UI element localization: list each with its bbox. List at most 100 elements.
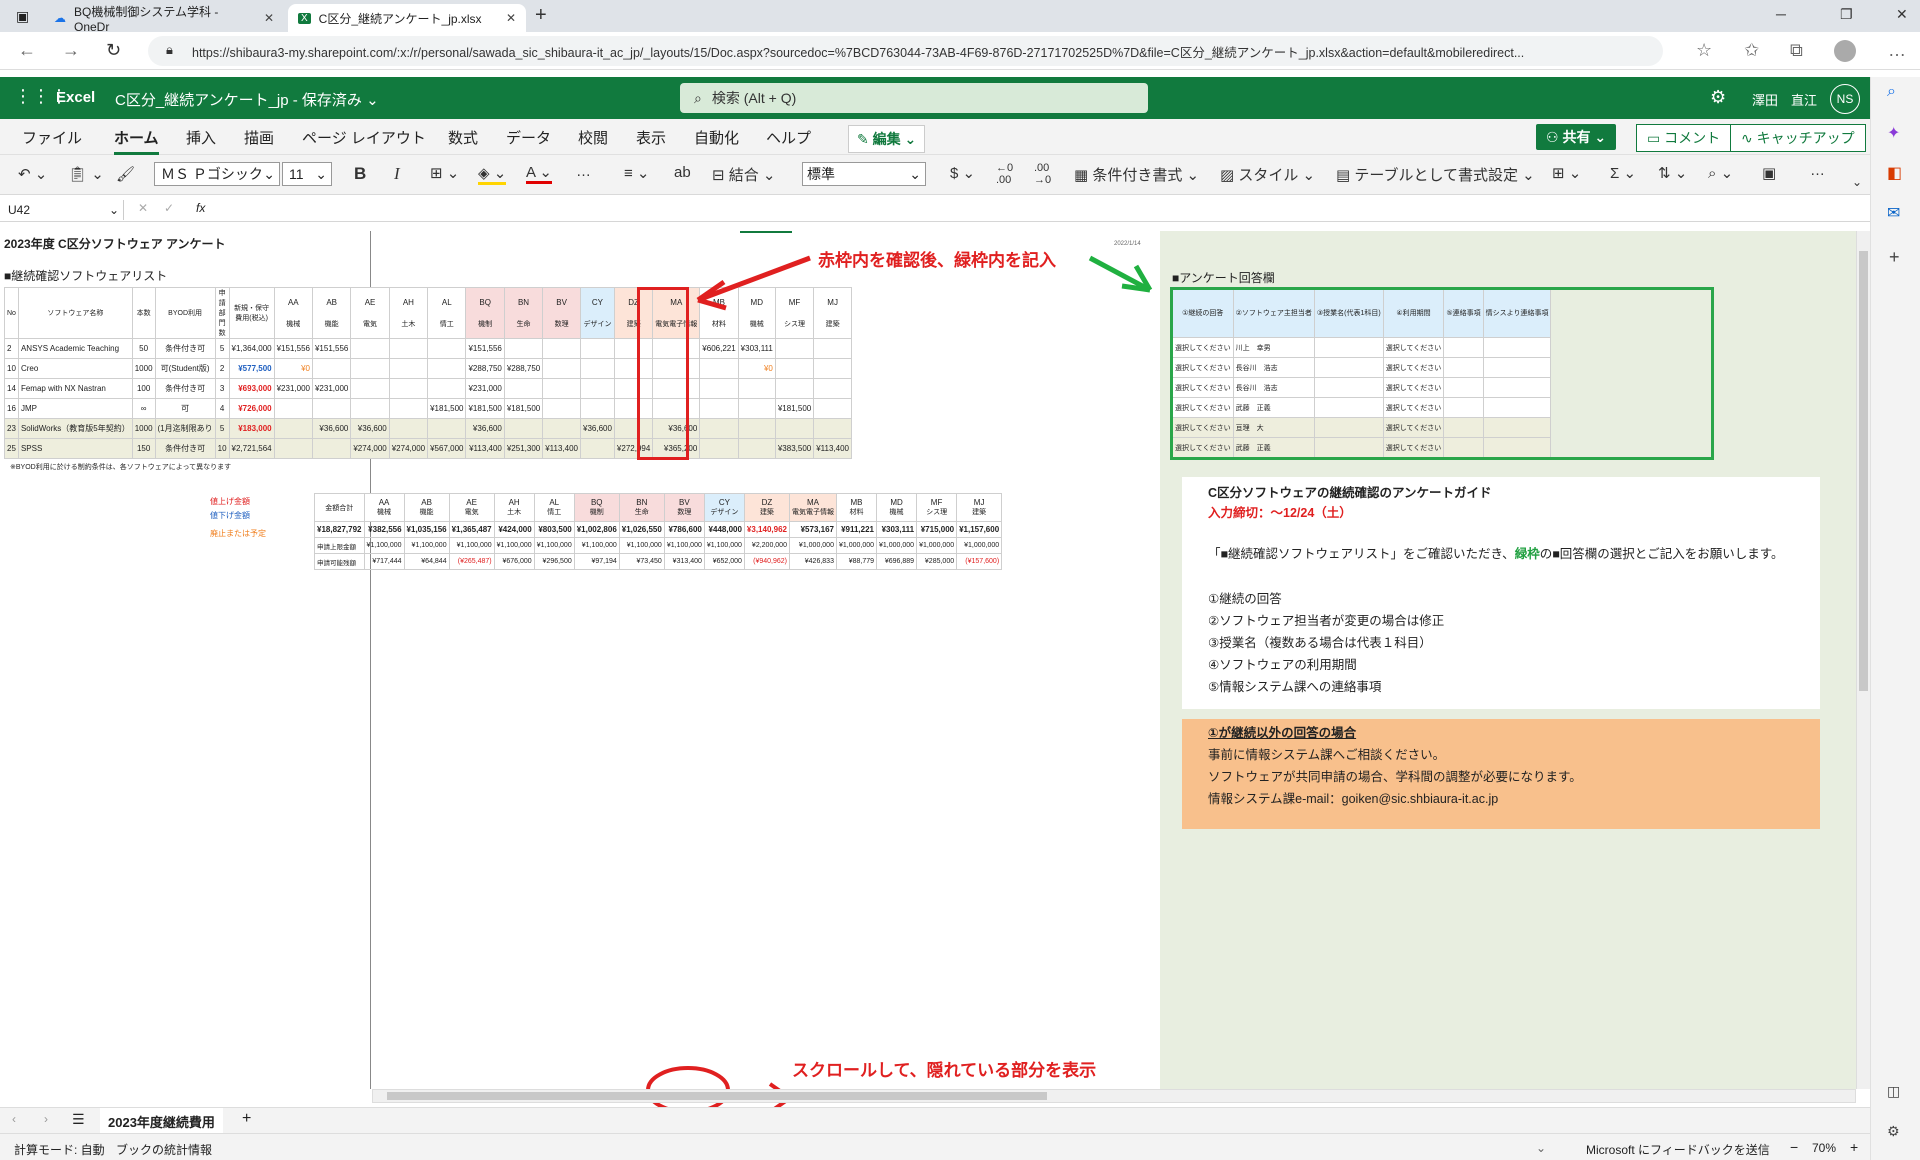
- cell[interactable]: [774, 338, 815, 359]
- all-sheets-icon[interactable]: ☰: [72, 1111, 85, 1128]
- cell[interactable]: ¥1,026,550: [618, 521, 665, 538]
- browser-tab-excel[interactable]: X C区分_継続アンケート_jp.xlsx ✕: [288, 4, 526, 32]
- cell[interactable]: 1000: [131, 418, 156, 439]
- cell[interactable]: 2: [4, 338, 19, 359]
- formula-input[interactable]: [222, 200, 1862, 220]
- table-row[interactable]: 23 SolidWorks（教育版5年契約） 1000 (1月迄制限あり 5 ¥183,0…: [4, 418, 853, 439]
- cell[interactable]: ¥73,450: [618, 553, 665, 570]
- cell[interactable]: ¥64,844: [403, 553, 450, 570]
- cell[interactable]: [737, 398, 776, 419]
- cell[interactable]: [427, 358, 467, 379]
- cell[interactable]: [503, 378, 544, 399]
- cell[interactable]: ¥113,400: [813, 438, 853, 459]
- cell[interactable]: [774, 378, 815, 399]
- cell[interactable]: [542, 418, 581, 439]
- cell[interactable]: (1月迄制限あり: [154, 418, 216, 439]
- analyze-data-icon[interactable]: ▣: [1762, 164, 1776, 182]
- tab-actions-icon[interactable]: ▣: [16, 8, 29, 25]
- table-row[interactable]: 25 SPSS 150 条件付き可 10 ¥2,721,564 ¥274,000 ¥274,0…: [4, 438, 853, 459]
- cell[interactable]: ¥303,111: [737, 338, 776, 359]
- undo-icon[interactable]: ↶ ⌄: [18, 165, 47, 183]
- cell[interactable]: [311, 398, 352, 419]
- cell[interactable]: [699, 378, 739, 399]
- cell[interactable]: [388, 378, 429, 399]
- cell[interactable]: 14: [4, 378, 19, 399]
- cell[interactable]: ¥1,100,000: [533, 537, 575, 554]
- expand-ribbon-icon[interactable]: ⌄: [1852, 175, 1862, 189]
- cell[interactable]: ¥426,833: [788, 553, 837, 570]
- cell[interactable]: [580, 378, 615, 399]
- cell[interactable]: ¥88,779: [835, 553, 878, 570]
- cell[interactable]: 50: [131, 338, 156, 359]
- tab-data[interactable]: データ: [506, 127, 551, 148]
- cell[interactable]: [813, 378, 853, 399]
- zoom-in-icon[interactable]: +: [1850, 1139, 1858, 1155]
- cell[interactable]: (¥265,487): [448, 553, 495, 570]
- cell[interactable]: ¥448,000: [703, 521, 745, 538]
- font-color-icon[interactable]: A ⌄: [526, 163, 552, 184]
- next-sheet-icon[interactable]: ›: [44, 1112, 48, 1126]
- wrap-text-icon[interactable]: ab: [674, 164, 691, 181]
- comments-button[interactable]: ▭ コメント: [1636, 124, 1732, 152]
- table-row[interactable]: 2 ANSYS Academic Teaching 50 条件付き可 5 ¥1,364,0…: [4, 338, 853, 359]
- share-button[interactable]: ⚇ 共有 ⌄: [1536, 124, 1617, 150]
- cell[interactable]: 条件付き可: [154, 378, 216, 399]
- cell[interactable]: [542, 398, 581, 419]
- cell[interactable]: ¥288,750: [503, 358, 544, 379]
- cell[interactable]: ¥1,100,000: [573, 537, 620, 554]
- cell[interactable]: ¥36,600: [465, 418, 505, 439]
- edit-mode-button[interactable]: ✎ 編集 ⌄: [848, 125, 926, 153]
- name-box[interactable]: U42 ⌄: [4, 200, 124, 220]
- cell[interactable]: ¥18,827,792: [314, 521, 365, 538]
- paste-icon[interactable]: 📋︎ ⌄: [68, 165, 104, 183]
- add-icon[interactable]: +: [1889, 247, 1900, 268]
- cell[interactable]: [388, 358, 429, 379]
- styles-button[interactable]: ▨ スタイル ⌄: [1220, 164, 1315, 185]
- cell[interactable]: [580, 338, 615, 359]
- cell[interactable]: 25: [4, 438, 19, 459]
- cell[interactable]: ¥97,194: [573, 553, 620, 570]
- tab-view[interactable]: 表示: [636, 127, 666, 148]
- close-window-icon[interactable]: ✕: [1896, 6, 1908, 23]
- confirm-icon[interactable]: ✓: [164, 201, 174, 215]
- cell[interactable]: ¥1,365,487: [448, 521, 495, 538]
- cell[interactable]: ¥288,750: [465, 358, 505, 379]
- cell[interactable]: ¥36,600: [311, 418, 352, 439]
- url-field[interactable]: 🔒︎ https://shibaura3-my.sharepoint.com/:…: [148, 36, 1663, 66]
- cell[interactable]: 4: [214, 398, 230, 419]
- search-icon[interactable]: ⌕: [1887, 83, 1896, 101]
- add-sheet-icon[interactable]: +: [242, 1110, 251, 1128]
- cell[interactable]: ¥151,556: [311, 338, 352, 359]
- cell[interactable]: ¥181,500: [503, 398, 544, 419]
- cell[interactable]: ¥567,000: [427, 438, 467, 459]
- cell[interactable]: 10: [214, 438, 230, 459]
- cell[interactable]: [580, 358, 615, 379]
- cell[interactable]: ¥113,400: [542, 438, 581, 459]
- cell[interactable]: [350, 378, 390, 399]
- more-font-icon[interactable]: …: [576, 163, 591, 180]
- cell[interactable]: ¥285,000: [916, 553, 958, 570]
- cell[interactable]: ¥606,221: [699, 338, 739, 359]
- borders-icon[interactable]: ⊞ ⌄: [430, 164, 459, 182]
- cell[interactable]: ¥231,000: [273, 378, 313, 399]
- cell[interactable]: [273, 418, 313, 439]
- currency-icon[interactable]: $ ⌄: [950, 164, 975, 182]
- cell[interactable]: (¥157,600): [956, 553, 1003, 570]
- zoom-out-icon[interactable]: −: [1790, 1139, 1798, 1155]
- document-title[interactable]: C区分_継続アンケート_jp - 保存済み ⌄: [115, 89, 379, 110]
- minimize-icon[interactable]: ─: [1776, 6, 1786, 22]
- more-tools-icon[interactable]: …: [1810, 162, 1825, 179]
- refresh-icon[interactable]: ↻: [106, 40, 121, 61]
- office-icon[interactable]: ◧: [1887, 163, 1902, 183]
- cell[interactable]: 23: [4, 418, 19, 439]
- cell[interactable]: ¥113,400: [465, 438, 505, 459]
- table-row[interactable]: 申請上限金額 ¥1,100,000 ¥1,100,000 ¥1,100,000 ¥1,1…: [314, 537, 1003, 554]
- cell[interactable]: ¥803,500: [533, 521, 575, 538]
- fill-color-icon[interactable]: ◈ ⌄: [478, 164, 507, 185]
- autosum-icon[interactable]: Σ ⌄: [1610, 164, 1636, 182]
- zoom-level[interactable]: 70%: [1812, 1141, 1836, 1155]
- cell[interactable]: ¥313,400: [663, 553, 705, 570]
- cell[interactable]: ¥1,100,000: [703, 537, 745, 554]
- conditional-format-button[interactable]: ▦ 条件付き書式 ⌄: [1074, 164, 1199, 185]
- cell[interactable]: ¥1,100,000: [493, 537, 535, 554]
